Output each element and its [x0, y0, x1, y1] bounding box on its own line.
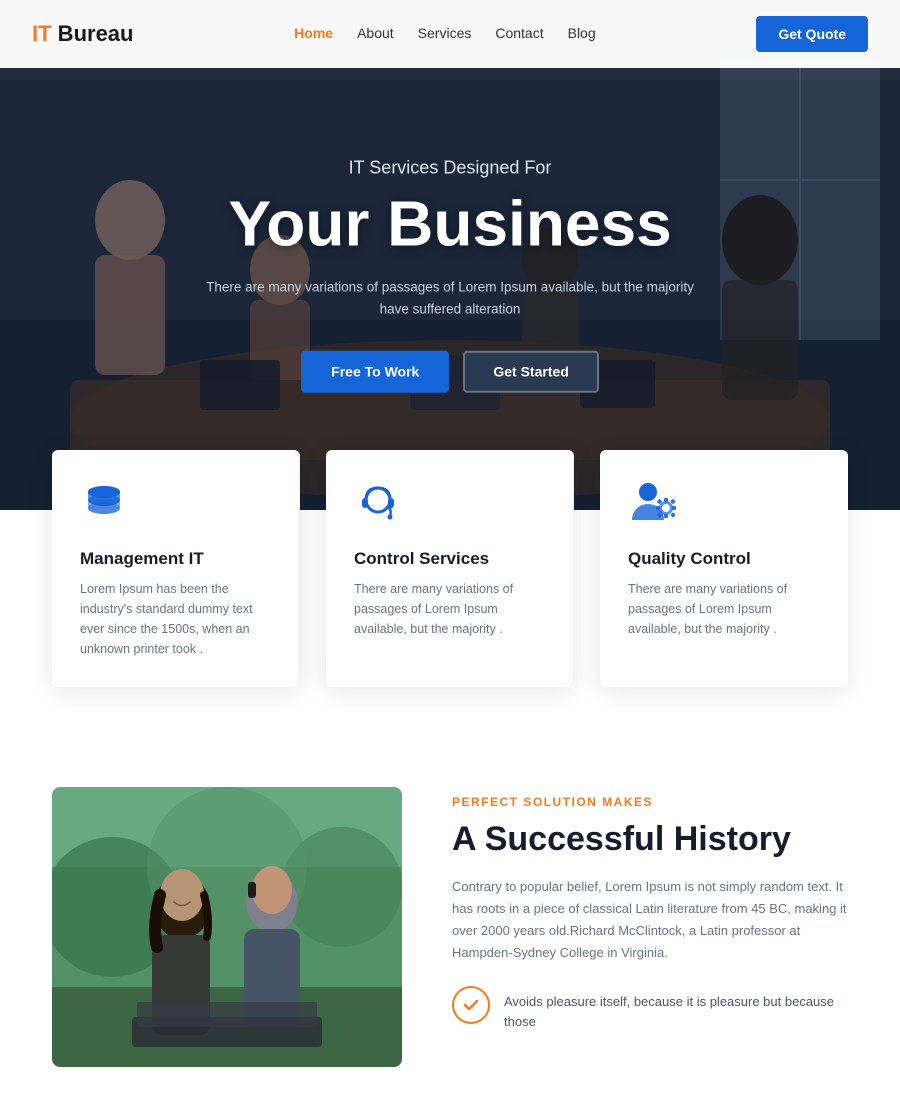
about-image [52, 787, 402, 1067]
get-started-button[interactable]: Get Started [463, 350, 598, 392]
service-card-quality: Quality Control There are many variation… [600, 450, 848, 687]
service-desc-1: Lorem Ipsum has been the industry's stan… [80, 579, 271, 659]
service-desc-3: There are many variations of passages of… [628, 579, 820, 639]
service-desc-2: There are many variations of passages of… [354, 579, 545, 639]
free-to-work-button[interactable]: Free To Work [301, 350, 449, 392]
checkmark-icon [452, 986, 490, 1024]
get-quote-button[interactable]: Get Quote [756, 16, 868, 52]
service-card-control: Control Services There are many variatio… [326, 450, 574, 687]
about-tag: PERFECT SOLUTION MAKES [452, 795, 848, 809]
nav-links: Home About Services Contact Blog [294, 25, 595, 43]
hero-description: There are many variations of passages of… [190, 277, 710, 320]
nav-item-services[interactable]: Services [418, 25, 472, 43]
about-check-item: Avoids pleasure itself, because it is pl… [452, 986, 848, 1031]
hero-title: Your Business [100, 189, 800, 259]
services-strip: Management IT Lorem Ipsum has been the i… [0, 450, 900, 687]
hero-buttons: Free To Work Get Started [100, 350, 800, 392]
service-title-3: Quality Control [628, 549, 820, 569]
about-content: PERFECT SOLUTION MAKES A Successful Hist… [452, 787, 848, 1031]
hero-content: IT Services Designed For Your Business T… [100, 158, 800, 393]
hero-subtitle: IT Services Designed For [100, 158, 800, 179]
brand-logo[interactable]: IT Bureau [32, 21, 133, 47]
service-title-2: Control Services [354, 549, 545, 569]
hero-section: IT Services Designed For Your Business T… [0, 0, 900, 510]
about-title: A Successful History [452, 819, 848, 860]
nav-item-contact[interactable]: Contact [495, 25, 543, 43]
about-section: PERFECT SOLUTION MAKES A Successful Hist… [0, 727, 900, 1107]
nav-item-blog[interactable]: Blog [568, 25, 596, 43]
navbar: IT Bureau Home About Services Contact Bl… [0, 0, 900, 68]
service-card-management: Management IT Lorem Ipsum has been the i… [52, 450, 300, 687]
nav-item-home[interactable]: Home [294, 25, 333, 43]
nav-item-about[interactable]: About [357, 25, 394, 43]
check-text: Avoids pleasure itself, because it is pl… [504, 986, 848, 1031]
about-description: Contrary to popular belief, Lorem Ipsum … [452, 876, 848, 964]
headset-icon [354, 480, 545, 533]
quality-icon [628, 480, 820, 533]
database-icon [80, 480, 271, 533]
service-title-1: Management IT [80, 549, 271, 569]
